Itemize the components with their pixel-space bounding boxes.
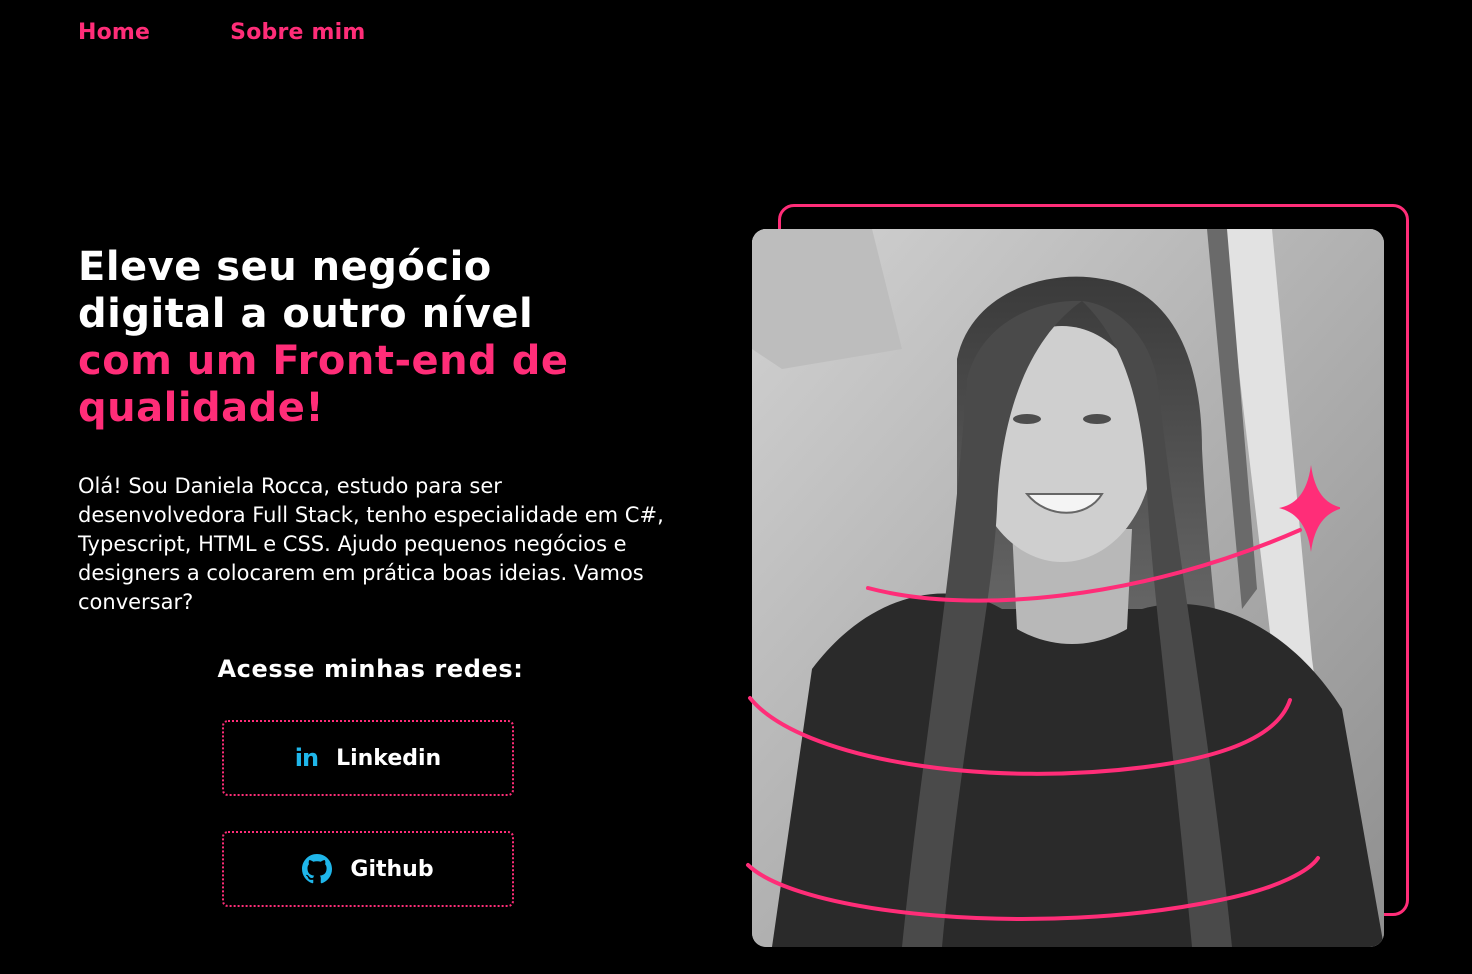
profile-photo	[752, 229, 1384, 947]
headline-line-1: Eleve seu negócio	[78, 244, 492, 290]
headline-line-3: com um Front-end de	[78, 338, 569, 384]
hero-headline: Eleve seu negócio digital a outro nível …	[78, 244, 678, 432]
socials-title: Acesse minhas redes:	[217, 655, 524, 683]
linkedin-label: Linkedin	[336, 745, 442, 771]
hero-bio: Olá! Sou Daniela Rocca, estudo para ser …	[78, 474, 664, 614]
github-button[interactable]: Github	[222, 831, 514, 907]
nav-home-link[interactable]: Home	[78, 20, 150, 45]
top-nav: Home Sobre mim	[78, 20, 366, 45]
github-icon	[302, 854, 333, 884]
headline-line-4: qualidade!	[78, 385, 325, 431]
headline-line-2: digital a outro nível	[78, 291, 534, 337]
linkedin-icon: in	[294, 744, 319, 772]
nav-about-link[interactable]: Sobre mim	[230, 20, 365, 45]
page: Home Sobre mim Eleve seu negócio digital…	[0, 0, 1472, 974]
linkedin-button[interactable]: in Linkedin	[222, 720, 514, 796]
github-label: Github	[350, 856, 434, 882]
